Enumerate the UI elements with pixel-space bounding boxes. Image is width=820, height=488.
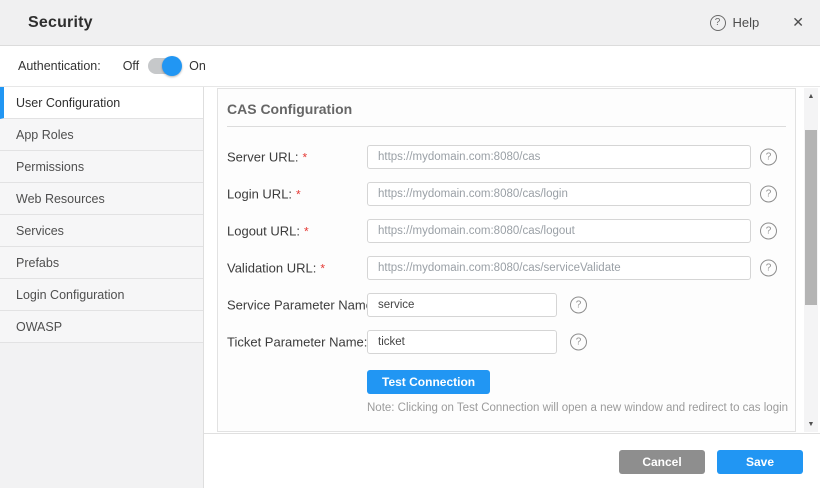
sidebar-item-user-configuration[interactable]: User Configuration	[0, 87, 203, 119]
help-link[interactable]: Help	[733, 15, 760, 30]
sidebar-item-label: Prefabs	[16, 256, 59, 270]
toggle-knob	[162, 56, 182, 76]
dialog-header: Security ? Help ✕	[0, 0, 820, 46]
scrollbar-thumb[interactable]	[805, 130, 817, 305]
ticket-parameter-input[interactable]	[367, 330, 557, 354]
service-parameter-label: Service Parameter Name:*	[227, 297, 382, 312]
dialog-footer: Cancel Save	[204, 433, 820, 488]
toggle-off-label: Off	[123, 59, 139, 73]
header-actions: ? Help ✕	[710, 14, 804, 31]
page-title: Security	[28, 14, 93, 32]
sidebar-item-label: Web Resources	[16, 192, 105, 206]
toggle-on-label: On	[189, 59, 206, 73]
validation-url-help-icon[interactable]: ?	[760, 259, 777, 276]
close-icon[interactable]: ✕	[792, 14, 804, 31]
service-parameter-input[interactable]	[367, 293, 557, 317]
test-connection-note: Note: Clicking on Test Connection will o…	[218, 402, 795, 414]
validation-url-label: Validation URL:*	[227, 260, 325, 275]
login-url-label: Login URL:*	[227, 186, 301, 201]
sidebar: User Configuration App Roles Permissions…	[0, 87, 204, 488]
required-asterisk: *	[320, 261, 325, 275]
logout-url-label: Logout URL:*	[227, 223, 309, 238]
server-url-help-icon[interactable]: ?	[760, 148, 777, 165]
validation-url-input[interactable]	[367, 256, 751, 280]
sidebar-item-owasp[interactable]: OWASP	[0, 311, 203, 343]
required-asterisk: *	[296, 187, 301, 201]
server-url-input[interactable]	[367, 145, 751, 169]
validation-url-row: Validation URL:* ?	[218, 249, 795, 286]
sidebar-item-permissions[interactable]: Permissions	[0, 151, 203, 183]
sidebar-item-label: Services	[16, 224, 64, 238]
authentication-bar: Authentication: Off On	[0, 46, 820, 87]
panel-title: CAS Configuration	[218, 89, 795, 126]
authentication-toggle[interactable]	[148, 58, 180, 74]
server-url-row: Server URL:* ?	[218, 138, 795, 175]
authentication-label: Authentication:	[18, 59, 101, 73]
security-dialog: Security ? Help ✕ Authentication: Off On…	[0, 0, 820, 488]
test-connection-row: Test Connection	[218, 370, 795, 394]
sidebar-item-app-roles[interactable]: App Roles	[0, 119, 203, 151]
scroll-up-icon[interactable]: ▲	[804, 90, 818, 102]
login-url-row: Login URL:* ?	[218, 175, 795, 212]
cancel-button[interactable]: Cancel	[619, 450, 705, 474]
ticket-parameter-row: Ticket Parameter Name:* ?	[218, 323, 795, 360]
ticket-parameter-label: Ticket Parameter Name:*	[227, 334, 373, 349]
test-connection-button[interactable]: Test Connection	[367, 370, 490, 394]
service-parameter-row: Service Parameter Name:* ?	[218, 286, 795, 323]
main-content: CAS Configuration Server URL:* ? Login U…	[204, 87, 820, 488]
sidebar-item-label: Login Configuration	[16, 288, 124, 302]
login-url-help-icon[interactable]: ?	[760, 185, 777, 202]
logout-url-row: Logout URL:* ?	[218, 212, 795, 249]
login-url-input[interactable]	[367, 182, 751, 206]
sidebar-item-login-configuration[interactable]: Login Configuration	[0, 279, 203, 311]
cas-configuration-panel: CAS Configuration Server URL:* ? Login U…	[217, 88, 796, 432]
logout-url-input[interactable]	[367, 219, 751, 243]
save-button[interactable]: Save	[717, 450, 803, 474]
ticket-parameter-help-icon[interactable]: ?	[570, 333, 587, 350]
dialog-body: User Configuration App Roles Permissions…	[0, 87, 820, 488]
logout-url-help-icon[interactable]: ?	[760, 222, 777, 239]
sidebar-item-label: App Roles	[16, 128, 74, 142]
required-asterisk: *	[303, 150, 308, 164]
sidebar-item-web-resources[interactable]: Web Resources	[0, 183, 203, 215]
form: Server URL:* ? Login URL:* ? Logout URL:…	[218, 127, 795, 360]
vertical-scrollbar[interactable]: ▲ ▼	[804, 88, 818, 432]
sidebar-item-prefabs[interactable]: Prefabs	[0, 247, 203, 279]
sidebar-item-label: Permissions	[16, 160, 84, 174]
help-icon[interactable]: ?	[710, 15, 726, 31]
service-parameter-help-icon[interactable]: ?	[570, 296, 587, 313]
sidebar-item-label: OWASP	[16, 320, 62, 334]
required-asterisk: *	[304, 224, 309, 238]
sidebar-item-services[interactable]: Services	[0, 215, 203, 247]
sidebar-item-label: User Configuration	[16, 96, 120, 110]
scroll-down-icon[interactable]: ▼	[804, 418, 818, 430]
server-url-label: Server URL:*	[227, 149, 307, 164]
